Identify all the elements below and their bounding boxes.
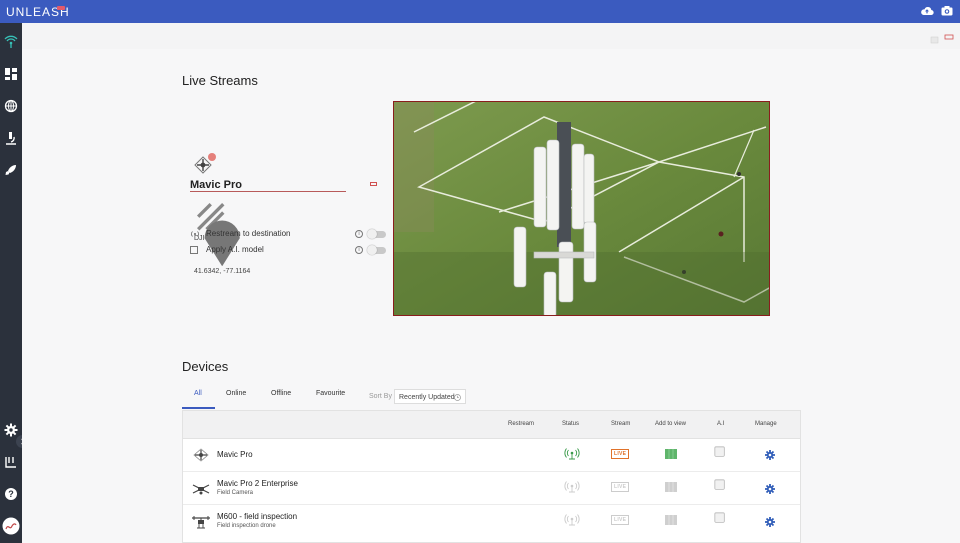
help-icon[interactable]: ?	[3, 486, 19, 502]
user-avatar[interactable]	[2, 517, 20, 535]
main-content: Live Streams Mavic Pro DJI FC220 41.6342…	[22, 23, 960, 543]
tab-favourite[interactable]: Favourite	[316, 390, 345, 397]
device-name: Mavic Pro 2 Enterprise	[217, 479, 298, 488]
logo-badge	[57, 6, 65, 10]
globe-icon[interactable]	[3, 98, 19, 114]
online-status-icon	[564, 448, 580, 460]
sidebar: ?	[0, 23, 29, 543]
cloud-upload-icon[interactable]	[920, 4, 934, 18]
location-pin-icon	[204, 220, 240, 267]
device-description: Field inspection drone	[217, 523, 276, 529]
restream-toggle[interactable]	[367, 229, 386, 239]
network-icon[interactable]	[3, 454, 19, 470]
drone-name[interactable]: Mavic Pro	[190, 179, 242, 191]
drone-hexacopter-icon	[192, 516, 210, 529]
manage-gear-icon[interactable]	[762, 516, 778, 528]
tab-online[interactable]: Online	[226, 390, 246, 397]
tab-all[interactable]: All	[194, 390, 202, 397]
device-description: Field Camera	[217, 490, 254, 496]
broadcast-icon[interactable]	[3, 33, 19, 49]
sort-select[interactable]: Recently Updated	[394, 389, 466, 404]
antenna-icon	[191, 231, 199, 237]
live-badge[interactable]: LIVE	[611, 482, 630, 492]
manage-gear-icon[interactable]	[762, 483, 778, 495]
svg-text:?: ?	[8, 489, 14, 499]
sort-label: Sort By	[369, 393, 392, 400]
ai-label: Apply A.I. model	[206, 245, 264, 254]
coordinates: 41.6342, -77.1164	[194, 268, 251, 276]
camera-icon[interactable]	[940, 4, 954, 18]
table-row[interactable]: M600 - field inspection Field inspection…	[183, 505, 800, 538]
video-frame	[394, 102, 769, 315]
offline-status-icon	[564, 514, 580, 526]
live-streams-heading: Live Streams	[182, 73, 258, 88]
live-badge[interactable]: LIVE	[611, 449, 630, 459]
stream-window-icon[interactable]	[370, 182, 377, 186]
microscope-icon[interactable]	[3, 130, 19, 146]
table-header: Restream Status Stream Add to view A.I M…	[183, 411, 800, 439]
col-status: Status	[562, 421, 580, 427]
restream-label: Restream to destination	[206, 229, 291, 238]
live-video-feed[interactable]	[393, 101, 770, 316]
col-add-to-view: Add to view	[655, 421, 687, 427]
ai-option: Apply A.I. model	[190, 245, 264, 254]
restream-option: Restream to destination	[190, 229, 291, 238]
sort-value: Recently Updated	[399, 394, 455, 401]
ai-checkbox[interactable]	[190, 245, 198, 254]
top-bar: UNLEASH	[0, 0, 960, 23]
table-row[interactable]: Mavic Pro 2 Enterprise Field Camera LIVE	[183, 472, 800, 505]
add-to-view-icon[interactable]	[663, 514, 679, 526]
col-restream: Restream	[508, 421, 535, 427]
tab-offline[interactable]: Offline	[271, 390, 291, 397]
drone-icon	[193, 448, 209, 462]
dashboard-icon[interactable]	[3, 66, 19, 82]
layout-toggle-icons[interactable]	[930, 34, 954, 44]
devices-heading: Devices	[182, 359, 229, 374]
view-toggle	[930, 31, 954, 49]
add-to-view-icon[interactable]	[663, 448, 679, 460]
ai-checkbox-icon[interactable]	[712, 446, 728, 458]
table-row[interactable]: Mavic Pro LIVE	[183, 439, 800, 472]
col-ai: A.I	[717, 421, 725, 427]
ai-checkbox-icon[interactable]	[712, 479, 728, 491]
device-name: Mavic Pro	[217, 450, 253, 459]
devices-table: Restream Status Stream Add to view A.I M…	[182, 410, 801, 543]
location-row: 41.6342, -77.1164	[194, 210, 250, 275]
clock-icon	[454, 394, 461, 401]
col-manage: Manage	[755, 421, 777, 427]
settings-gear-icon[interactable]	[3, 422, 19, 438]
col-stream: Stream	[611, 421, 631, 427]
ai-checkbox-icon[interactable]	[712, 512, 728, 524]
live-badge[interactable]: LIVE	[611, 515, 630, 525]
device-name: M600 - field inspection	[217, 512, 298, 521]
active-tab-indicator	[182, 407, 215, 409]
ai-info-icon[interactable]: i	[355, 246, 363, 254]
manage-gear-icon[interactable]	[762, 449, 778, 461]
ai-toggle[interactable]	[367, 245, 386, 255]
offline-status-icon	[564, 481, 580, 493]
add-to-view-icon[interactable]	[663, 481, 679, 493]
drone-enterprise-icon	[192, 484, 210, 495]
name-underline	[190, 191, 346, 192]
restream-info-icon[interactable]: i	[355, 230, 363, 238]
status-dot	[208, 153, 216, 161]
rocket-icon[interactable]	[3, 162, 19, 178]
